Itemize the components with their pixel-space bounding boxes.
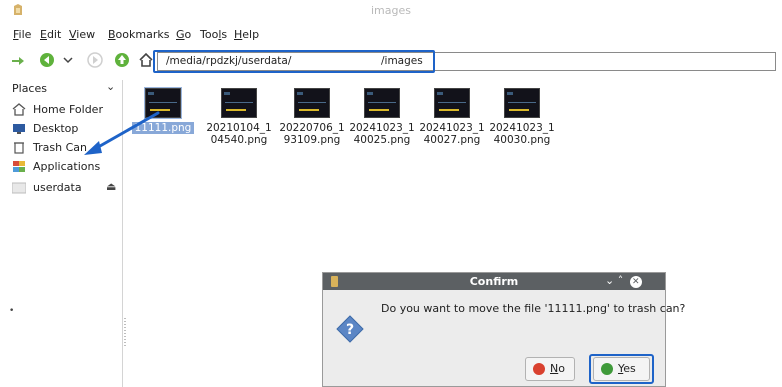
image-thumbnail — [221, 88, 257, 118]
dialog-close-icon[interactable]: ✕ — [629, 276, 642, 288]
sidebar-item-label: Home Folder — [33, 103, 103, 116]
new-tab-icon[interactable] — [10, 54, 28, 68]
image-thumbnail — [504, 88, 540, 118]
file-name: 11111.png — [127, 122, 199, 134]
dialog-titlebar: Confirm ⌄ ˄ ✕ — [323, 273, 665, 290]
file-name: 20241023_1 40025.png — [349, 122, 415, 146]
applications-icon — [13, 161, 25, 172]
menu-edit[interactable]: Edit — [40, 28, 61, 41]
menu-bookmarks[interactable]: Bookmarks — [108, 28, 169, 41]
file-name: 20220706_1 93109.png — [279, 122, 345, 146]
eject-icon[interactable]: ⏏ — [106, 180, 116, 193]
sidebar-item-label: userdata — [33, 181, 82, 194]
sidebar-item-home-folder[interactable]: Home Folder — [12, 101, 120, 119]
sidebar-item-desktop[interactable]: Desktop — [12, 120, 120, 138]
up-icon[interactable] — [114, 52, 130, 68]
question-icon: ? — [336, 315, 364, 343]
image-thumbnail — [144, 87, 182, 119]
edge-mark: • — [9, 306, 15, 316]
sidebar-item-trash-can[interactable]: Trash Can — [12, 139, 120, 157]
dialog-message: Do you want to move the file '11111.png'… — [381, 302, 686, 315]
confirm-dialog: Confirm ⌄ ˄ ✕ Do you want to move the fi… — [322, 272, 685, 387]
drive-icon — [12, 182, 26, 194]
desktop-icon — [13, 124, 25, 134]
back-icon[interactable] — [39, 52, 55, 68]
sidebar-item-label: Applications — [33, 160, 101, 173]
sidebar-divider — [122, 80, 123, 387]
home-icon[interactable] — [138, 52, 154, 68]
dialog-maximize-icon[interactable]: ˄ — [618, 274, 624, 287]
dialog-minimize-icon[interactable]: ⌄ — [605, 274, 614, 287]
file-name: 20210104_1 04540.png — [206, 122, 272, 146]
places-dropdown-icon[interactable]: ⌄ — [106, 80, 115, 93]
menu-file[interactable]: File — [13, 28, 31, 41]
menu-view[interactable]: View — [69, 28, 95, 41]
sidebar-item-label: Desktop — [33, 122, 79, 135]
window-title: images — [371, 4, 411, 17]
image-thumbnail — [434, 88, 470, 118]
back-history-dropdown-icon[interactable] — [63, 56, 73, 64]
menu-help[interactable]: Help — [234, 28, 259, 41]
location-annotation-box — [153, 50, 435, 73]
yes-button[interactable]: Yes — [593, 357, 650, 381]
trash-icon — [14, 142, 24, 154]
places-header[interactable]: Places — [12, 82, 47, 95]
forward-icon[interactable] — [87, 52, 103, 68]
file-name: 20241023_1 40027.png — [419, 122, 485, 146]
menu-go[interactable]: Go — [176, 28, 191, 41]
no-button[interactable]: No — [525, 357, 575, 381]
sidebar-item-userdata[interactable]: userdata ⏏ — [12, 179, 120, 197]
sidebar-resize-handle[interactable] — [124, 318, 126, 348]
window-titlebar: images — [0, 0, 782, 22]
no-icon — [533, 363, 545, 375]
sidebar-item-applications[interactable]: Applications — [12, 158, 120, 176]
menu-tools[interactable]: Tools — [200, 28, 227, 41]
dialog-window-controls: ⌄ ˄ ✕ — [605, 274, 642, 288]
sidebar-item-label: Trash Can — [33, 141, 87, 154]
file-name: 20241023_1 40030.png — [489, 122, 555, 146]
home-icon — [12, 103, 26, 116]
yes-icon — [601, 363, 613, 375]
image-thumbnail — [294, 88, 330, 118]
svg-text:?: ? — [346, 322, 354, 338]
image-thumbnail — [364, 88, 400, 118]
